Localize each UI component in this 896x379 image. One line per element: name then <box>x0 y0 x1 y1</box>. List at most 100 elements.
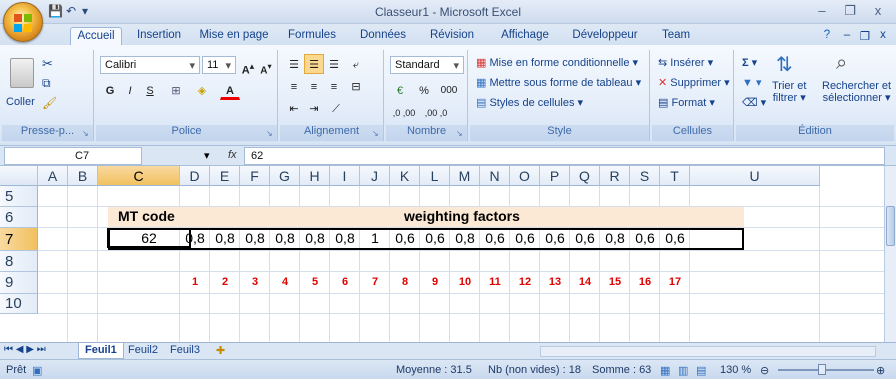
clear-icon[interactable]: ⌫ ▾ <box>742 96 766 109</box>
horizontal-scrollbar[interactable] <box>540 346 876 357</box>
column-header-g[interactable]: G <box>270 166 300 186</box>
cell-styles-button[interactable]: ▤ Styles de cellules ▾ <box>476 96 583 109</box>
column-header-s[interactable]: S <box>630 166 660 186</box>
column-header-j[interactable]: J <box>360 166 390 186</box>
fill-icon[interactable]: ▼ ▾ <box>742 76 761 89</box>
dialog-launcher-icon[interactable]: ↘ <box>266 129 275 138</box>
doc-minimize-button[interactable]: – <box>840 27 854 46</box>
zoom-slider-thumb[interactable] <box>818 364 826 375</box>
index-cell-t[interactable]: 17 <box>660 276 690 288</box>
factor-cell-o[interactable]: 0,6 <box>510 230 540 246</box>
factor-cell-k[interactable]: 0,6 <box>390 230 420 246</box>
column-header-k[interactable]: K <box>390 166 420 186</box>
cut-icon[interactable]: ✂ <box>42 56 53 72</box>
currency-icon[interactable]: € <box>390 80 410 100</box>
orientation-icon[interactable]: ⟋ <box>326 98 346 118</box>
underline-button[interactable]: S <box>140 80 160 100</box>
autosum-button[interactable]: Σ ▾ <box>742 56 757 69</box>
percent-button[interactable]: % <box>414 80 434 100</box>
index-cell-j[interactable]: 7 <box>360 276 390 288</box>
factor-cell-j[interactable]: 1 <box>360 230 390 246</box>
factor-cell-f[interactable]: 0,8 <box>240 230 270 246</box>
column-header-b[interactable]: B <box>68 166 98 186</box>
formula-input[interactable]: 62 <box>244 147 885 165</box>
doc-restore-button[interactable]: ❐ <box>858 27 872 46</box>
sheet-tab-feuil2[interactable]: Feuil2 <box>122 343 164 359</box>
office-button[interactable] <box>3 2 43 42</box>
italic-button[interactable]: I <box>120 80 140 100</box>
decrease-decimal-button[interactable]: ,00 ,0 <box>422 102 450 122</box>
increase-decimal-button[interactable]: ,0 ,00 <box>390 102 418 122</box>
factor-cell-i[interactable]: 0,8 <box>330 230 360 246</box>
sheet-tab-feuil3[interactable]: Feuil3 <box>164 343 206 359</box>
column-header-a[interactable]: A <box>38 166 68 186</box>
format-as-table-button[interactable]: ▦ Mettre sous forme de tableau ▾ <box>476 76 641 89</box>
align-center-icon[interactable]: ≡ <box>304 76 324 96</box>
dialog-launcher-icon[interactable]: ↘ <box>456 129 465 138</box>
paste-icon[interactable] <box>10 58 34 88</box>
name-box[interactable]: C7 <box>4 147 142 165</box>
factor-cell-t[interactable]: 0,6 <box>660 230 690 246</box>
factor-cell-m[interactable]: 0,8 <box>450 230 480 246</box>
view-normal-icon[interactable]: ▦ <box>660 364 670 377</box>
column-header-i[interactable]: I <box>330 166 360 186</box>
help-icon[interactable]: ? <box>820 27 834 46</box>
format-button[interactable]: ▤ Format ▾ <box>658 96 715 109</box>
zoom-level[interactable]: 130 % <box>720 364 751 376</box>
restore-button[interactable]: ❐ <box>838 2 862 20</box>
index-cell-i[interactable]: 6 <box>330 276 360 288</box>
font-color-icon[interactable]: A <box>220 80 240 100</box>
tab-developpeur[interactable]: Développeur <box>568 27 642 46</box>
number-format-combo[interactable]: Standard ▾ <box>390 56 464 74</box>
index-cell-l[interactable]: 9 <box>420 276 450 288</box>
index-cell-g[interactable]: 4 <box>270 276 300 288</box>
column-header-f[interactable]: F <box>240 166 270 186</box>
index-cell-r[interactable]: 15 <box>600 276 630 288</box>
fx-button[interactable]: fx <box>228 149 237 161</box>
zoom-in-icon[interactable]: ⊕ <box>876 364 885 377</box>
factor-cell-n[interactable]: 0,6 <box>480 230 510 246</box>
factor-cell-g[interactable]: 0,8 <box>270 230 300 246</box>
factor-cell-s[interactable]: 0,6 <box>630 230 660 246</box>
index-cell-d[interactable]: 1 <box>180 276 210 288</box>
conditional-format-button[interactable]: ▦ Mise en forme conditionnelle ▾ <box>476 56 638 69</box>
column-header-e[interactable]: E <box>210 166 240 186</box>
namebox-dropdown-icon[interactable]: ▾ <box>204 149 210 162</box>
row-header-10[interactable]: 10 <box>0 294 38 314</box>
thousands-button[interactable]: 000 <box>436 80 462 100</box>
column-header-p[interactable]: P <box>540 166 570 186</box>
macro-record-icon[interactable]: ▣ <box>32 364 42 377</box>
column-header-u[interactable]: U <box>690 166 820 186</box>
index-cell-k[interactable]: 8 <box>390 276 420 288</box>
index-cell-q[interactable]: 14 <box>570 276 600 288</box>
close-button[interactable]: x <box>866 2 890 20</box>
view-page-layout-icon[interactable]: ▥ <box>678 364 688 377</box>
row-header-9[interactable]: 9 <box>0 272 38 294</box>
tab-accueil[interactable]: Accueil <box>70 27 122 46</box>
column-header-d[interactable]: D <box>180 166 210 186</box>
column-header-c[interactable]: C <box>98 166 180 186</box>
new-sheet-icon[interactable]: ✚ <box>210 343 231 359</box>
worksheet-grid[interactable]: ABCDEFGHIJKLMNOPQRSTU 5 6 7 8 9 10 MT code we… <box>0 166 896 342</box>
index-cell-n[interactable]: 11 <box>480 276 510 288</box>
dialog-launcher-icon[interactable]: ↘ <box>82 129 91 138</box>
index-cell-p[interactable]: 13 <box>540 276 570 288</box>
decrease-indent-icon[interactable]: ⇤ <box>284 98 304 118</box>
view-page-break-icon[interactable]: ▤ <box>696 364 706 377</box>
column-header-m[interactable]: M <box>450 166 480 186</box>
delete-button[interactable]: ✕ Supprimer ▾ <box>658 76 730 89</box>
sort-filter-button[interactable]: Trier et filtrer ▾ <box>772 80 806 104</box>
copy-icon[interactable]: ⧉ <box>42 76 51 91</box>
factor-cell-q[interactable]: 0,6 <box>570 230 600 246</box>
tab-insertion[interactable]: Insertion <box>130 27 188 46</box>
bold-button[interactable]: G <box>100 80 120 100</box>
factor-cell-h[interactable]: 0,8 <box>300 230 330 246</box>
align-middle-icon[interactable]: ☰ <box>304 54 324 74</box>
index-cell-h[interactable]: 5 <box>300 276 330 288</box>
sheet-nav-icon[interactable]: ⏮ ◀ ▶ ⏭ <box>4 344 46 355</box>
index-cell-o[interactable]: 12 <box>510 276 540 288</box>
insert-button[interactable]: ⇆ Insérer ▾ <box>658 56 713 69</box>
index-cell-e[interactable]: 2 <box>210 276 240 288</box>
scroll-thumb[interactable] <box>886 206 895 246</box>
zoom-out-icon[interactable]: ⊖ <box>760 364 769 377</box>
